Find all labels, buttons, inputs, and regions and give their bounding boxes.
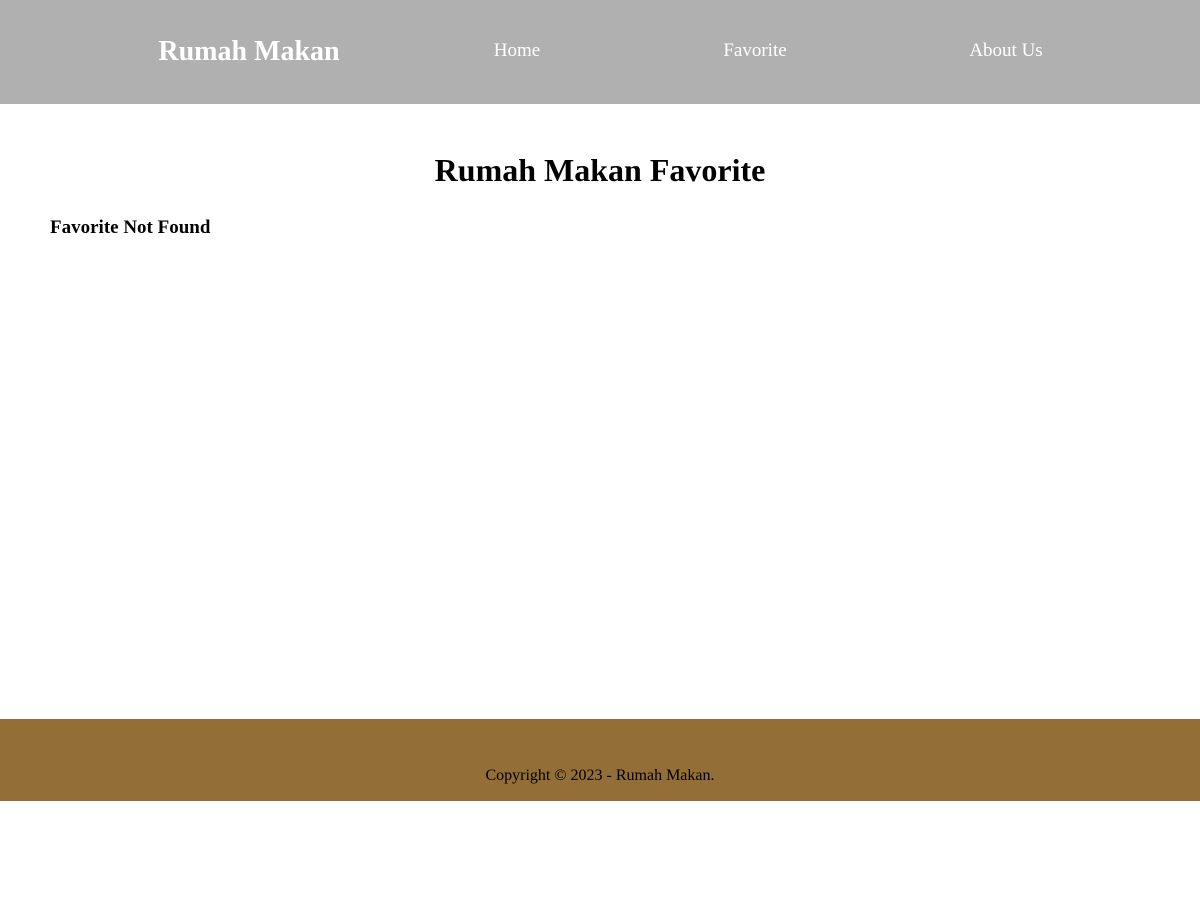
site-footer: Copyright © 2023 - Rumah Makan. [0,719,1200,801]
copyright-text: Copyright © 2023 - Rumah Makan. [485,767,715,784]
nav-home-link[interactable]: Home [494,40,540,62]
nav-favorite-link[interactable]: Favorite [723,40,786,62]
site-header: Rumah Makan Home Favorite About Us [0,0,1200,104]
nav-about-us-link[interactable]: About Us [969,40,1042,62]
favorite-empty-message: Favorite Not Found [50,217,211,238]
brand-logo-link[interactable]: Rumah Makan [158,36,339,68]
page-title: Rumah Makan Favorite [434,152,766,188]
